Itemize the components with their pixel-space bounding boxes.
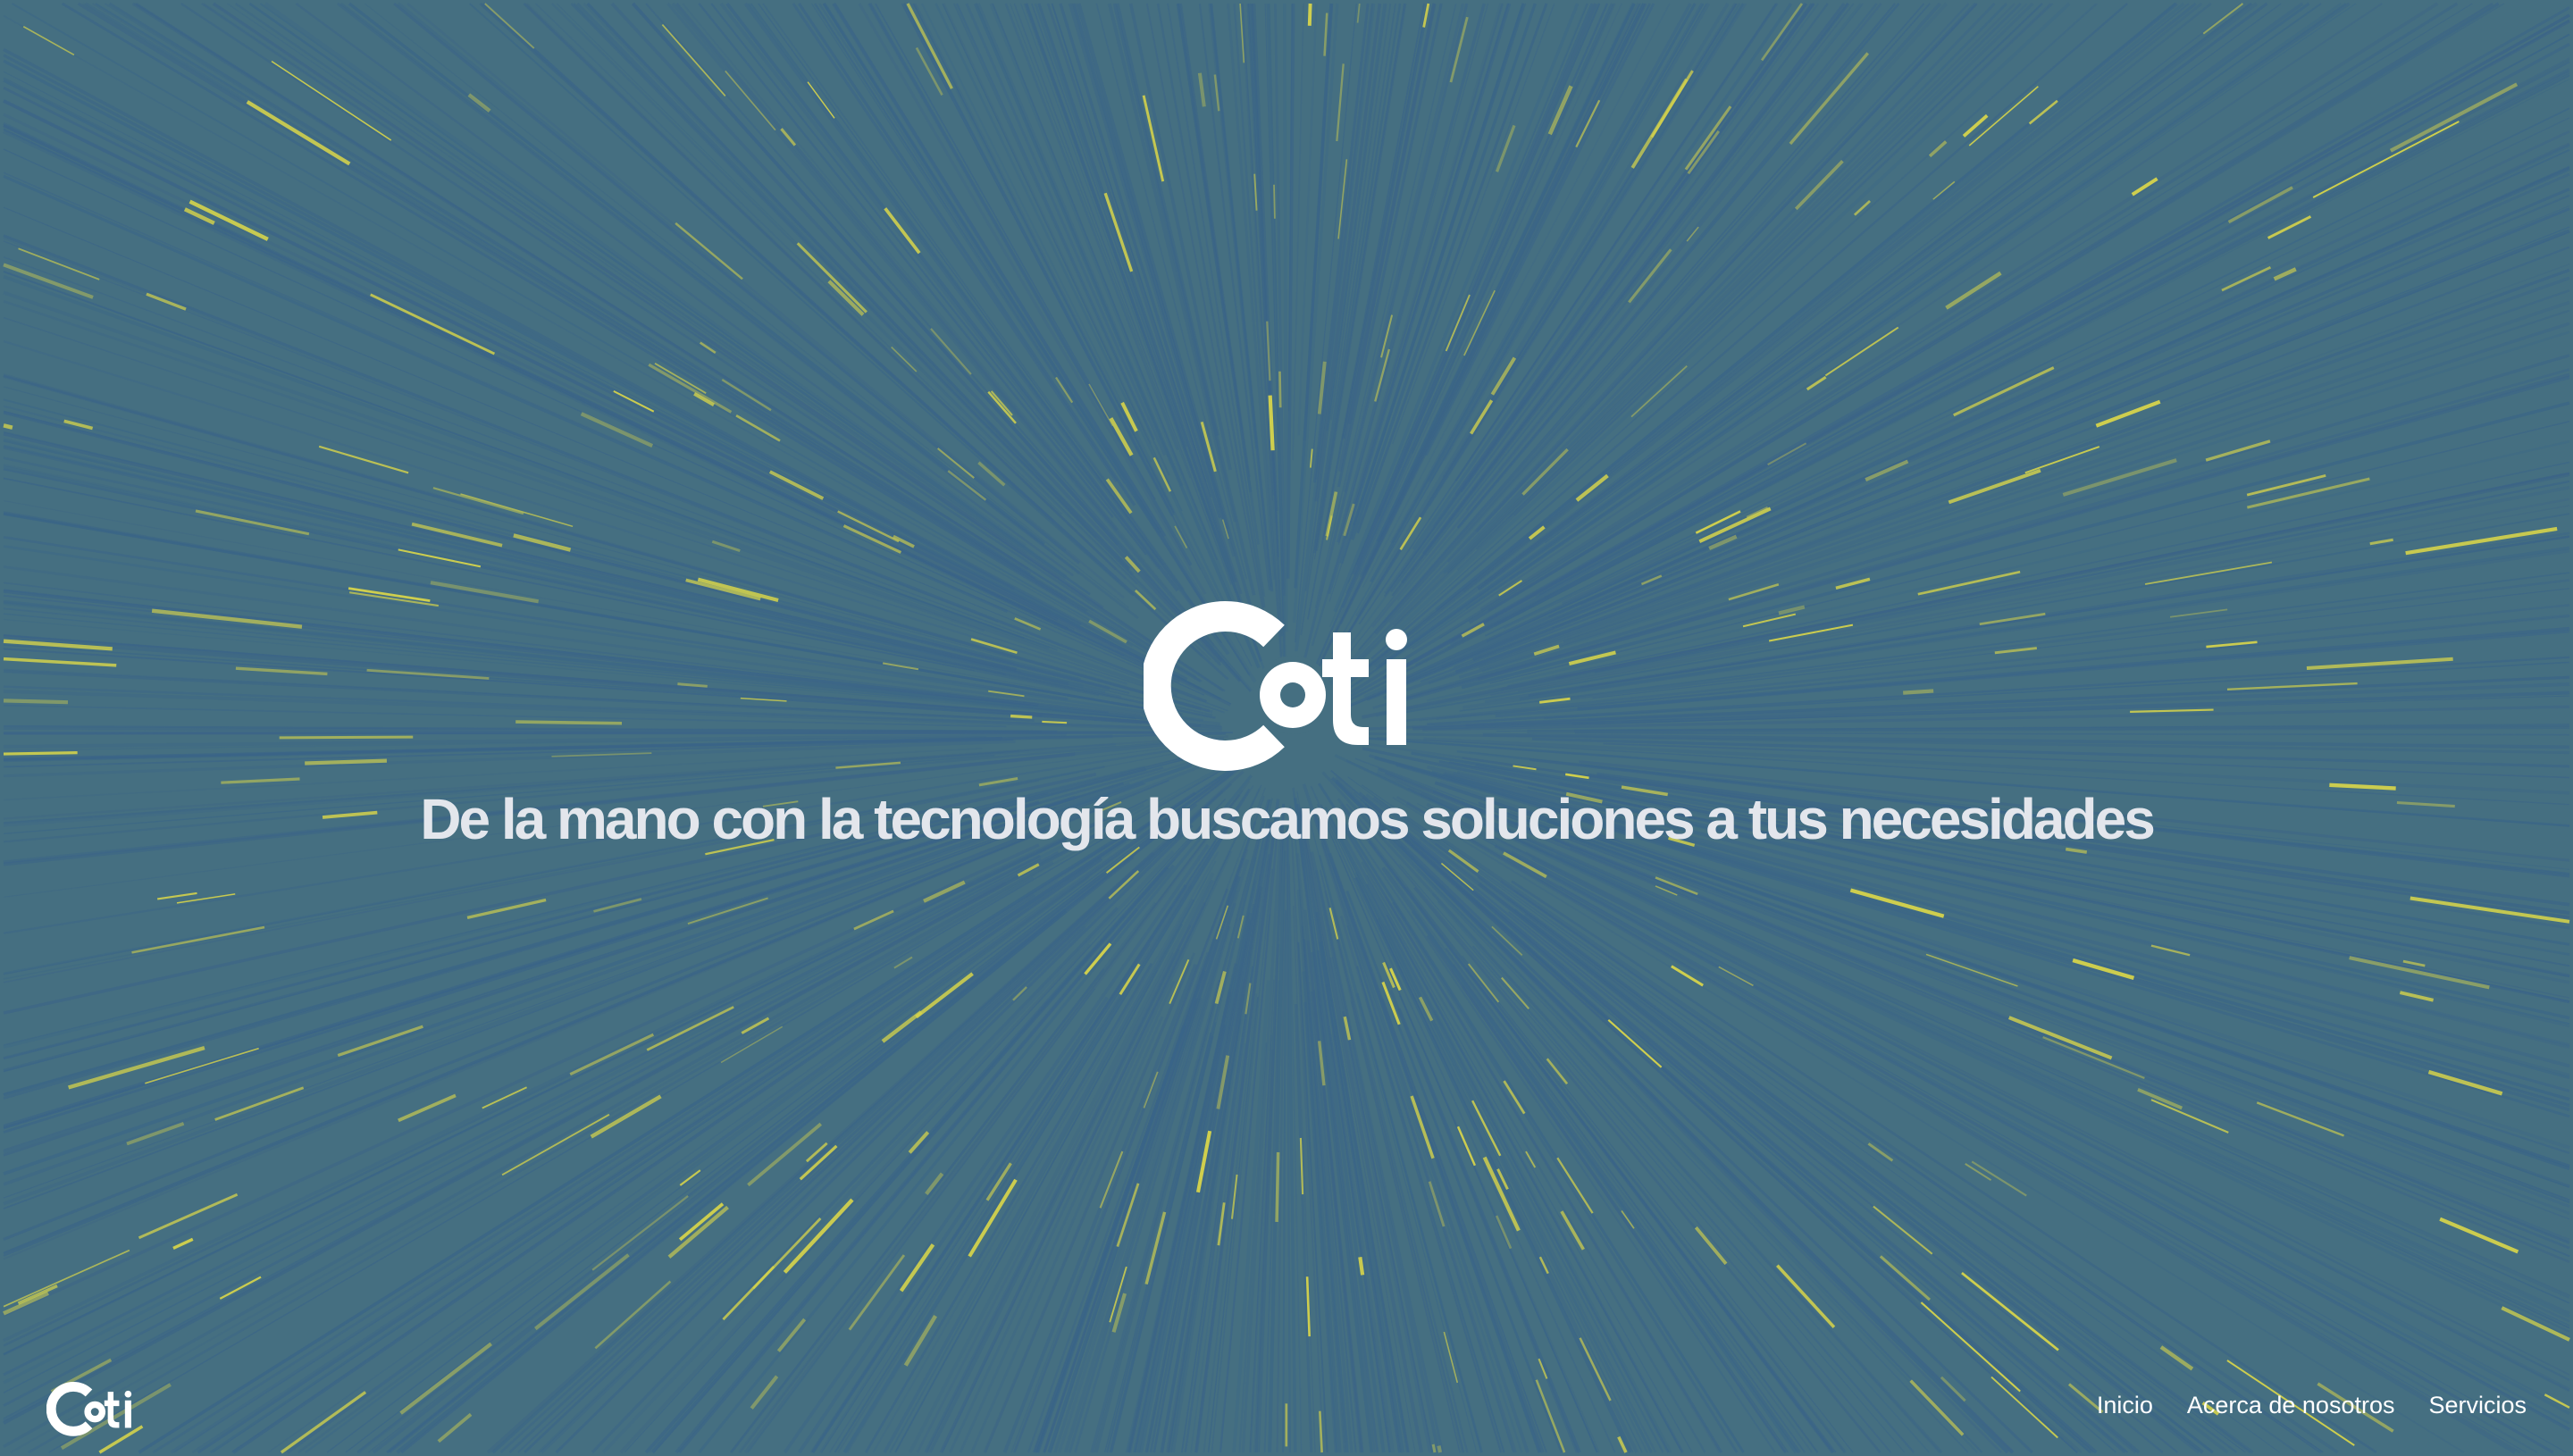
star-streak: [68, 1046, 205, 1090]
star-streak: [3, 423, 13, 430]
star-streak: [534, 1253, 630, 1331]
star-streak: [2312, 121, 2460, 198]
ray: [1575, 732, 2570, 736]
star-streak: [172, 1237, 194, 1250]
star-streak: [1307, 3, 1312, 26]
star-streak: [195, 509, 310, 536]
star-streak: [882, 662, 919, 671]
star-streak: [776, 1318, 807, 1352]
star-streak: [3, 751, 78, 756]
star-streak: [1437, 1445, 1443, 1453]
ray: [1292, 3, 1339, 623]
star-streak: [305, 758, 387, 766]
star-streak: [1356, 3, 1361, 23]
ray: [1347, 776, 2280, 1453]
star-streak: [156, 891, 197, 900]
nav-servicios[interactable]: Servicios: [2428, 1392, 2527, 1419]
ray: [1527, 724, 2570, 733]
ray: [1013, 3, 1232, 585]
star-streak: [3, 657, 117, 667]
star-streak: [246, 100, 351, 166]
ray: [3, 86, 1148, 664]
star-streak: [1336, 63, 1345, 142]
star-streak: [2389, 82, 2519, 153]
star-streak: [430, 581, 540, 604]
ray: [3, 464, 1074, 690]
star-streak: [515, 720, 623, 725]
star-streak: [1539, 697, 1571, 704]
ray: [3, 113, 1075, 632]
star-streak: [1042, 720, 1068, 724]
coti-logo: [1144, 601, 1407, 771]
star-streak: [1010, 714, 1033, 719]
ray: [77, 2, 1068, 601]
star-streak: [1197, 72, 1206, 107]
star-streak: [467, 93, 491, 113]
star-streak: [1323, 13, 1328, 56]
star-streak: [221, 777, 300, 784]
ray: [1292, 3, 1304, 461]
ray: [170, 893, 1036, 1454]
star-streak: [398, 1093, 457, 1123]
star-streak: [1903, 689, 1934, 695]
star-streak: [2246, 477, 2370, 509]
star-streak: [1358, 1257, 1365, 1276]
ray: [586, 2, 1131, 570]
star-streak: [1431, 1443, 1437, 1453]
star-streak: [1873, 1205, 1933, 1255]
star-streak: [1767, 442, 1807, 466]
star-streak: [2306, 657, 2453, 671]
ray: [3, 820, 1017, 1157]
star-streak: [131, 925, 265, 954]
star-streak: [484, 3, 535, 49]
star-streak: [1275, 1151, 1280, 1222]
star-streak: [752, 1218, 822, 1290]
hero-tagline: De la mano con la tecnología buscamos so…: [420, 787, 2156, 851]
footer-coti-logo[interactable]: [46, 1381, 139, 1438]
star-streak: [279, 735, 414, 740]
star-streak: [3, 1249, 130, 1308]
star-streak: [2402, 959, 2426, 967]
star-streak: [906, 3, 953, 89]
star-streak: [1687, 130, 1721, 175]
star-streak: [1268, 395, 1275, 451]
star-streak: [22, 26, 75, 56]
star-streak: [2273, 267, 2297, 281]
star-streak: [2130, 708, 2214, 713]
star-streak: [1928, 140, 1948, 158]
nav-acerca-de-nosotros[interactable]: Acerca de nosotros: [2187, 1392, 2395, 1419]
star-streak: [3, 699, 69, 705]
star-streak: [1278, 371, 1282, 408]
star-streak: [280, 1391, 367, 1454]
star-streak: [1778, 605, 1806, 615]
star-streak: [1686, 226, 1699, 242]
ray: [1446, 816, 2570, 1411]
star-streak: [667, 1205, 729, 1259]
ray: [1405, 801, 2516, 1454]
ray: [1521, 808, 2570, 1155]
ray: [3, 858, 1042, 1393]
footer-nav: Inicio Acerca de nosotros Servicios: [2097, 1392, 2527, 1419]
ray: [784, 843, 1210, 1454]
ray: [3, 731, 1157, 735]
ray: [1603, 742, 2570, 779]
star-streak: [1945, 271, 2002, 310]
ray: [3, 174, 1009, 613]
star-streak: [146, 292, 187, 311]
ray: [1283, 3, 1288, 632]
star-streak: [750, 1375, 779, 1410]
star-streak: [1760, 3, 1804, 62]
ray: [675, 3, 1119, 531]
ray: [1424, 3, 1655, 456]
star-streak: [1273, 184, 1276, 219]
nav-inicio[interactable]: Inicio: [2097, 1392, 2153, 1419]
